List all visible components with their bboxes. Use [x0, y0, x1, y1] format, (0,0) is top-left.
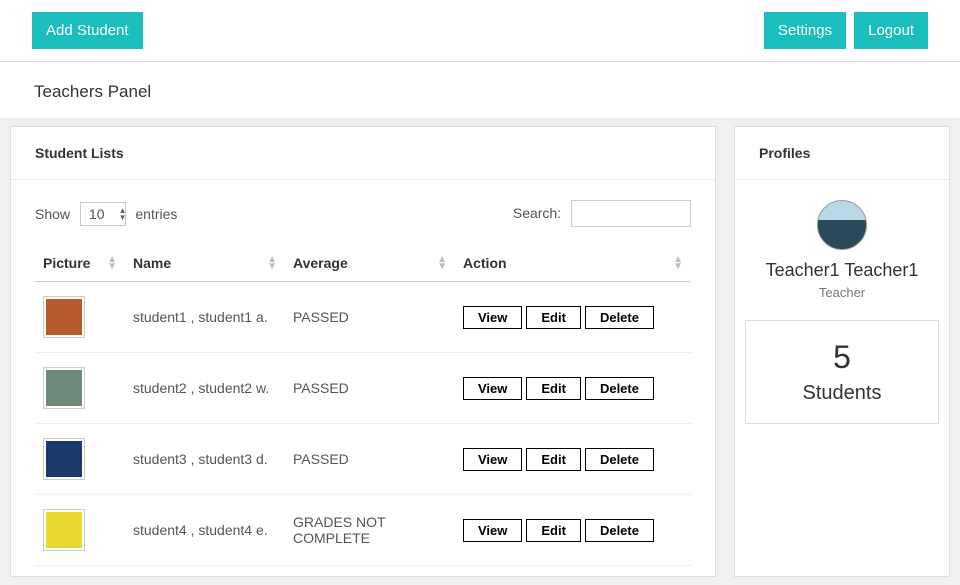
edit-button[interactable]: Edit	[526, 377, 581, 400]
sort-icon: ▲▼	[267, 256, 277, 270]
table-row: student3 , student3 d.PASSEDViewEditDele…	[35, 424, 691, 495]
topbar-right: Settings Logout	[764, 12, 928, 49]
profile-panel: Profiles Teacher1 Teacher1 Teacher 5 Stu…	[734, 126, 950, 577]
student-average: PASSED	[285, 353, 455, 424]
student-list-panel: Student Lists Show 10 ▲▼ entries Search:	[10, 126, 716, 577]
student-average: GRADES NOT COMPLETE	[285, 495, 455, 566]
edit-button[interactable]: Edit	[526, 448, 581, 471]
student-thumb	[43, 367, 85, 409]
settings-button[interactable]: Settings	[764, 12, 846, 49]
student-name: student4 , student4 e.	[125, 495, 285, 566]
stat-box: 5 Students	[745, 320, 939, 424]
profile-card: Teacher1 Teacher1 Teacher 5 Students	[735, 180, 949, 444]
student-thumb	[43, 296, 85, 338]
col-picture[interactable]: Picture▲▼	[35, 245, 125, 282]
stat-number: 5	[756, 339, 928, 376]
student-actions: ViewEditDelete	[455, 424, 691, 495]
col-name[interactable]: Name▲▼	[125, 245, 285, 282]
table-row: student2 , student2 w.PASSEDViewEditDele…	[35, 353, 691, 424]
student-name: student3 , student3 d.	[125, 424, 285, 495]
sort-icon: ▲▼	[437, 256, 447, 270]
delete-button[interactable]: Delete	[585, 448, 654, 471]
table-row: student1 , student1 a.PASSEDViewEditDele…	[35, 282, 691, 353]
view-button[interactable]: View	[463, 519, 522, 542]
page-title: Teachers Panel	[0, 62, 960, 118]
view-button[interactable]: View	[463, 448, 522, 471]
table-row: student4 , student4 e.GRADES NOT COMPLET…	[35, 495, 691, 566]
delete-button[interactable]: Delete	[585, 377, 654, 400]
content: Student Lists Show 10 ▲▼ entries Search:	[0, 118, 960, 585]
student-list-body: Show 10 ▲▼ entries Search: Picture▲▼ N	[11, 180, 715, 576]
avatar	[817, 200, 867, 250]
table-controls: Show 10 ▲▼ entries Search:	[35, 200, 691, 227]
col-action[interactable]: Action▲▼	[455, 245, 691, 282]
delete-button[interactable]: Delete	[585, 519, 654, 542]
edit-button[interactable]: Edit	[526, 306, 581, 329]
search-control: Search:	[513, 200, 691, 227]
search-input[interactable]	[571, 200, 691, 227]
col-average[interactable]: Average▲▼	[285, 245, 455, 282]
profile-header: Profiles	[735, 127, 949, 180]
students-table: Picture▲▼ Name▲▼ Average▲▼ Action▲▼ stud…	[35, 245, 691, 566]
view-button[interactable]: View	[463, 306, 522, 329]
logout-button[interactable]: Logout	[854, 12, 928, 49]
entries-label: entries	[135, 206, 177, 222]
add-student-button[interactable]: Add Student	[32, 12, 143, 49]
search-label: Search:	[513, 205, 561, 221]
show-label: Show	[35, 206, 70, 222]
student-average: PASSED	[285, 424, 455, 495]
student-name: student1 , student1 a.	[125, 282, 285, 353]
student-thumb	[43, 438, 85, 480]
entries-select[interactable]: 10	[80, 202, 126, 226]
student-actions: ViewEditDelete	[455, 282, 691, 353]
stat-label: Students	[756, 382, 928, 405]
entries-control: Show 10 ▲▼ entries	[35, 202, 177, 226]
student-actions: ViewEditDelete	[455, 495, 691, 566]
topbar: Add Student Settings Logout	[0, 0, 960, 62]
edit-button[interactable]: Edit	[526, 519, 581, 542]
sort-icon: ▲▼	[107, 256, 117, 270]
student-name: student2 , student2 w.	[125, 353, 285, 424]
view-button[interactable]: View	[463, 377, 522, 400]
delete-button[interactable]: Delete	[585, 306, 654, 329]
profile-role: Teacher	[745, 285, 939, 300]
profile-name: Teacher1 Teacher1	[745, 260, 939, 281]
student-average: PASSED	[285, 282, 455, 353]
student-thumb	[43, 509, 85, 551]
sort-icon: ▲▼	[673, 256, 683, 270]
student-actions: ViewEditDelete	[455, 353, 691, 424]
student-list-header: Student Lists	[11, 127, 715, 180]
